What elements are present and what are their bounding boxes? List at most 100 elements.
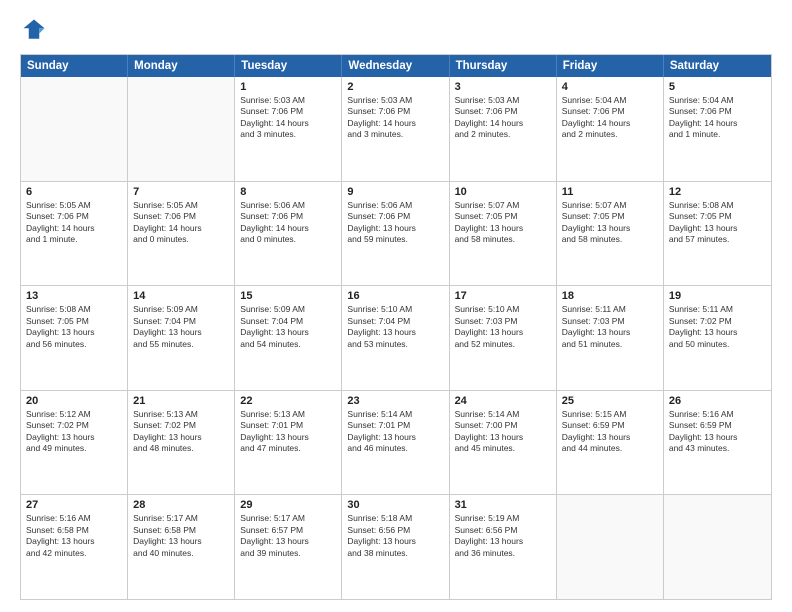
day-number: 21 [133,395,229,407]
header-day-saturday: Saturday [664,55,771,77]
day-info: Sunrise: 5:13 AM Sunset: 7:01 PM Dayligh… [240,409,336,455]
calendar-cell: 10 Sunrise: 5:07 AM Sunset: 7:05 PM Dayli… [450,182,557,286]
header-day-sunday: Sunday [21,55,128,77]
calendar-body: 1 Sunrise: 5:03 AM Sunset: 7:06 PM Daylig… [21,77,771,599]
calendar-cell [128,77,235,181]
calendar-row-5: 27 Sunrise: 5:16 AM Sunset: 6:58 PM Dayli… [21,495,771,599]
day-info: Sunrise: 5:05 AM Sunset: 7:06 PM Dayligh… [133,200,229,246]
calendar-cell: 13 Sunrise: 5:08 AM Sunset: 7:05 PM Dayli… [21,286,128,390]
calendar-row-4: 20 Sunrise: 5:12 AM Sunset: 7:02 PM Dayli… [21,391,771,496]
day-number: 22 [240,395,336,407]
calendar-cell: 6 Sunrise: 5:05 AM Sunset: 7:06 PM Daylig… [21,182,128,286]
day-info: Sunrise: 5:15 AM Sunset: 6:59 PM Dayligh… [562,409,658,455]
day-number: 1 [240,81,336,93]
day-info: Sunrise: 5:09 AM Sunset: 7:04 PM Dayligh… [133,304,229,350]
calendar-cell: 22 Sunrise: 5:13 AM Sunset: 7:01 PM Dayli… [235,391,342,495]
day-number: 12 [669,186,766,198]
day-number: 28 [133,499,229,511]
calendar-row-2: 6 Sunrise: 5:05 AM Sunset: 7:06 PM Daylig… [21,182,771,287]
day-info: Sunrise: 5:06 AM Sunset: 7:06 PM Dayligh… [347,200,443,246]
day-info: Sunrise: 5:19 AM Sunset: 6:56 PM Dayligh… [455,513,551,559]
day-number: 19 [669,290,766,302]
calendar-cell: 3 Sunrise: 5:03 AM Sunset: 7:06 PM Daylig… [450,77,557,181]
day-number: 13 [26,290,122,302]
calendar-cell: 4Sunrise: 5:04 AM Sunset: 7:06 PM Daylig… [557,77,664,181]
day-info: Sunrise: 5:08 AM Sunset: 7:05 PM Dayligh… [26,304,122,350]
header [20,16,772,44]
day-info: Sunrise: 5:07 AM Sunset: 7:05 PM Dayligh… [455,200,551,246]
day-info: Sunrise: 5:18 AM Sunset: 6:56 PM Dayligh… [347,513,443,559]
day-info: Sunrise: 5:14 AM Sunset: 7:01 PM Dayligh… [347,409,443,455]
day-info: Sunrise: 5:08 AM Sunset: 7:05 PM Dayligh… [669,200,766,246]
day-number: 2 [347,81,443,93]
day-info: Sunrise: 5:04 AM Sunset: 7:06 PM Dayligh… [669,95,766,141]
day-number: 3 [455,81,551,93]
day-number: 4 [562,81,658,93]
day-info: Sunrise: 5:06 AM Sunset: 7:06 PM Dayligh… [240,200,336,246]
day-number: 29 [240,499,336,511]
day-number: 6 [26,186,122,198]
calendar-cell: 24 Sunrise: 5:14 AM Sunset: 7:00 PM Dayli… [450,391,557,495]
calendar-row-3: 13 Sunrise: 5:08 AM Sunset: 7:05 PM Dayli… [21,286,771,391]
day-info: Sunrise: 5:03 AM Sunset: 7:06 PM Dayligh… [240,95,336,141]
day-number: 11 [562,186,658,198]
day-info: Sunrise: 5:11 AM Sunset: 7:03 PM Dayligh… [562,304,658,350]
header-day-wednesday: Wednesday [342,55,449,77]
day-info: Sunrise: 5:03 AM Sunset: 7:06 PM Dayligh… [455,95,551,141]
calendar-cell: 23Sunrise: 5:14 AM Sunset: 7:01 PM Dayli… [342,391,449,495]
day-number: 10 [455,186,551,198]
day-number: 25 [562,395,658,407]
day-number: 16 [347,290,443,302]
day-info: Sunrise: 5:16 AM Sunset: 6:59 PM Dayligh… [669,409,766,455]
calendar-cell: 31Sunrise: 5:19 AM Sunset: 6:56 PM Dayli… [450,495,557,599]
logo [20,16,52,44]
calendar-header: SundayMondayTuesdayWednesdayThursdayFrid… [21,55,771,77]
day-info: Sunrise: 5:13 AM Sunset: 7:02 PM Dayligh… [133,409,229,455]
day-info: Sunrise: 5:12 AM Sunset: 7:02 PM Dayligh… [26,409,122,455]
calendar-cell: 5 Sunrise: 5:04 AM Sunset: 7:06 PM Daylig… [664,77,771,181]
day-number: 26 [669,395,766,407]
page: SundayMondayTuesdayWednesdayThursdayFrid… [0,0,792,612]
day-number: 5 [669,81,766,93]
day-number: 24 [455,395,551,407]
calendar-cell: 26 Sunrise: 5:16 AM Sunset: 6:59 PM Dayli… [664,391,771,495]
logo-icon [20,16,48,44]
day-number: 14 [133,290,229,302]
header-day-monday: Monday [128,55,235,77]
calendar-cell: 29 Sunrise: 5:17 AM Sunset: 6:57 PM Dayli… [235,495,342,599]
day-number: 9 [347,186,443,198]
day-number: 20 [26,395,122,407]
day-info: Sunrise: 5:17 AM Sunset: 6:58 PM Dayligh… [133,513,229,559]
calendar-cell: 12 Sunrise: 5:08 AM Sunset: 7:05 PM Dayli… [664,182,771,286]
header-day-friday: Friday [557,55,664,77]
day-info: Sunrise: 5:11 AM Sunset: 7:02 PM Dayligh… [669,304,766,350]
day-info: Sunrise: 5:05 AM Sunset: 7:06 PM Dayligh… [26,200,122,246]
day-number: 18 [562,290,658,302]
day-info: Sunrise: 5:17 AM Sunset: 6:57 PM Dayligh… [240,513,336,559]
calendar-cell: 16 Sunrise: 5:10 AM Sunset: 7:04 PM Dayli… [342,286,449,390]
calendar: SundayMondayTuesdayWednesdayThursdayFrid… [20,54,772,600]
day-number: 7 [133,186,229,198]
calendar-cell: 15Sunrise: 5:09 AM Sunset: 7:04 PM Dayli… [235,286,342,390]
calendar-cell: 2Sunrise: 5:03 AM Sunset: 7:06 PM Daylig… [342,77,449,181]
calendar-cell: 8 Sunrise: 5:06 AM Sunset: 7:06 PM Daylig… [235,182,342,286]
calendar-cell: 14 Sunrise: 5:09 AM Sunset: 7:04 PM Dayli… [128,286,235,390]
day-info: Sunrise: 5:14 AM Sunset: 7:00 PM Dayligh… [455,409,551,455]
calendar-cell: 17Sunrise: 5:10 AM Sunset: 7:03 PM Dayli… [450,286,557,390]
day-number: 15 [240,290,336,302]
calendar-cell: 21 Sunrise: 5:13 AM Sunset: 7:02 PM Dayli… [128,391,235,495]
day-number: 8 [240,186,336,198]
day-number: 27 [26,499,122,511]
calendar-row-1: 1 Sunrise: 5:03 AM Sunset: 7:06 PM Daylig… [21,77,771,182]
day-info: Sunrise: 5:10 AM Sunset: 7:04 PM Dayligh… [347,304,443,350]
calendar-cell: 7 Sunrise: 5:05 AM Sunset: 7:06 PM Daylig… [128,182,235,286]
calendar-cell: 27 Sunrise: 5:16 AM Sunset: 6:58 PM Dayli… [21,495,128,599]
header-day-tuesday: Tuesday [235,55,342,77]
calendar-cell [557,495,664,599]
calendar-cell [664,495,771,599]
calendar-cell: 30Sunrise: 5:18 AM Sunset: 6:56 PM Dayli… [342,495,449,599]
calendar-cell [21,77,128,181]
calendar-cell: 18 Sunrise: 5:11 AM Sunset: 7:03 PM Dayli… [557,286,664,390]
day-info: Sunrise: 5:07 AM Sunset: 7:05 PM Dayligh… [562,200,658,246]
day-info: Sunrise: 5:16 AM Sunset: 6:58 PM Dayligh… [26,513,122,559]
